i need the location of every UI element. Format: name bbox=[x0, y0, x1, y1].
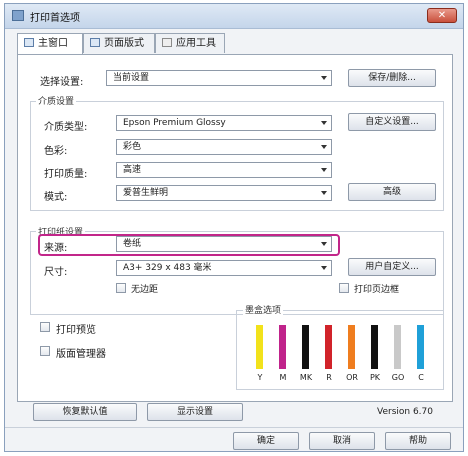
ink-bar-c bbox=[417, 325, 424, 369]
print-preview-checkbox[interactable] bbox=[40, 322, 50, 332]
advanced-button[interactable]: 高级 bbox=[348, 183, 436, 201]
save-delete-button[interactable]: 保存/删除... bbox=[348, 69, 436, 87]
tab-page-layout[interactable]: 页面版式 bbox=[83, 33, 155, 53]
custom-settings-button[interactable]: 自定义设置... bbox=[348, 113, 436, 131]
color-label: 色彩: bbox=[44, 146, 68, 157]
select-setting-dropdown[interactable]: 当前设置 bbox=[106, 70, 332, 86]
print-preview-label: 打印预览 bbox=[56, 325, 96, 336]
utility-icon bbox=[162, 38, 172, 47]
size-label: 尺寸: bbox=[44, 267, 68, 278]
divider bbox=[5, 427, 463, 428]
mode-dropdown[interactable]: 爱普生鲜明 bbox=[116, 185, 332, 201]
color-dropdown[interactable]: 彩色 bbox=[116, 139, 332, 155]
page-layout-icon bbox=[90, 38, 100, 47]
chevron-down-icon bbox=[321, 266, 327, 270]
ink-bar-or bbox=[348, 325, 355, 369]
main-panel: 选择设置: 当前设置 保存/删除... 介质设置 介质类型: Epson Pre… bbox=[17, 54, 453, 402]
ink-label-m: M bbox=[279, 373, 287, 382]
chevron-down-icon bbox=[321, 76, 327, 80]
restore-defaults-button[interactable]: 恢复默认值 bbox=[33, 403, 137, 421]
chevron-down-icon bbox=[321, 191, 327, 195]
chevron-down-icon bbox=[321, 121, 327, 125]
printer-icon bbox=[24, 38, 34, 47]
ink-bar-pk bbox=[371, 325, 378, 369]
help-button[interactable]: 帮助 bbox=[385, 432, 451, 450]
tab-utility[interactable]: 应用工具 bbox=[155, 33, 225, 53]
version-text: Version 6.70 bbox=[377, 407, 433, 417]
window-title: 打印首选项 bbox=[30, 13, 80, 24]
ink-label-y: Y bbox=[257, 373, 263, 382]
chevron-down-icon bbox=[321, 145, 327, 149]
ink-label-mk: MK bbox=[299, 373, 313, 382]
print-quality-label: 打印质量: bbox=[44, 169, 88, 180]
print-frame-checkbox[interactable] bbox=[339, 283, 349, 293]
ok-button[interactable]: 确定 bbox=[233, 432, 299, 450]
ink-label-or: OR bbox=[346, 373, 358, 382]
ink-bar-r bbox=[325, 325, 332, 369]
ink-levels-group: 墨盒选项 Y M MK R OR PK GO C bbox=[236, 303, 444, 390]
ink-bar-y bbox=[256, 325, 263, 369]
layout-manager-checkbox[interactable] bbox=[40, 346, 50, 356]
media-type-label: 介质类型: bbox=[44, 122, 88, 133]
mode-label: 模式: bbox=[44, 192, 68, 203]
cancel-button[interactable]: 取消 bbox=[309, 432, 375, 450]
ink-bar-mk bbox=[302, 325, 309, 369]
print-frame-label: 打印页边框 bbox=[354, 285, 400, 295]
show-settings-button[interactable]: 显示设置 bbox=[147, 403, 243, 421]
print-preferences-window: 打印首选项 ✕ 主窗口 页面版式 应用工具 选择设置: 当前设置 保存/删除..… bbox=[4, 3, 464, 452]
ink-label-c: C bbox=[418, 373, 424, 382]
tab-main[interactable]: 主窗口 bbox=[17, 33, 83, 55]
close-button[interactable]: ✕ bbox=[427, 8, 457, 23]
print-quality-dropdown[interactable]: 高速 bbox=[116, 162, 332, 178]
ink-label-go: GO bbox=[391, 373, 405, 382]
ink-label-pk: PK bbox=[369, 373, 381, 382]
size-dropdown[interactable]: A3+ 329 x 483 毫米 bbox=[116, 260, 332, 276]
borderless-label: 无边距 bbox=[131, 285, 159, 295]
ink-label-r: R bbox=[326, 373, 332, 382]
select-setting-label: 选择设置: bbox=[40, 77, 84, 88]
ink-bar-go bbox=[394, 325, 401, 369]
borderless-checkbox[interactable] bbox=[116, 283, 126, 293]
printer-icon bbox=[12, 10, 24, 21]
media-settings-title: 介质设置 bbox=[36, 94, 77, 107]
media-type-dropdown[interactable]: Epson Premium Glossy bbox=[116, 115, 332, 131]
source-highlight-frame bbox=[38, 234, 340, 256]
chevron-down-icon bbox=[321, 168, 327, 172]
title-bar: 打印首选项 ✕ bbox=[5, 4, 463, 29]
user-defined-button[interactable]: 用户自定义... bbox=[348, 258, 436, 276]
ink-bar-m bbox=[279, 325, 286, 369]
ink-levels-title: 墨盒选项 bbox=[243, 303, 284, 316]
layout-manager-label: 版面管理器 bbox=[56, 349, 106, 360]
